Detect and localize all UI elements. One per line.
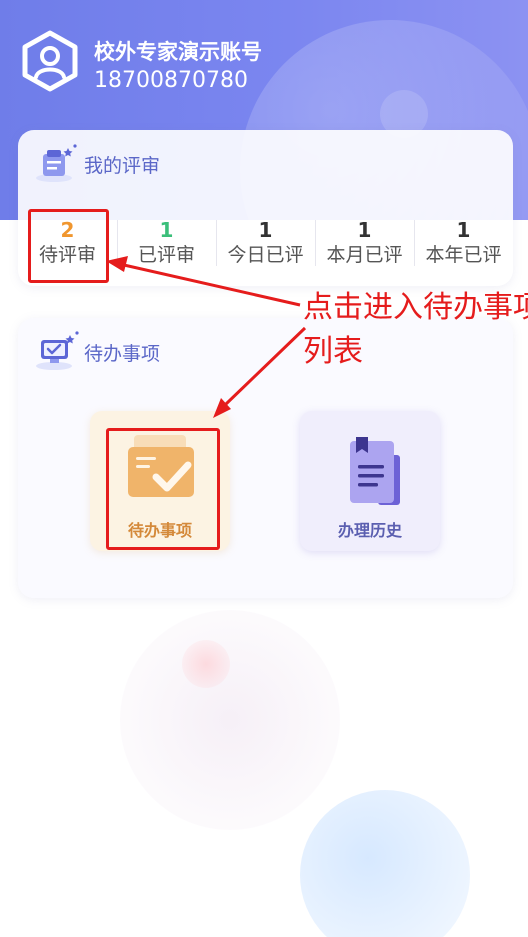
decorative-bubble bbox=[300, 790, 470, 937]
annotation-highlight-box bbox=[28, 209, 109, 283]
account-phone: 18700870780 bbox=[94, 68, 248, 93]
decorative-bubble bbox=[182, 640, 230, 688]
stat-month-reviewed[interactable]: 1 本月已评 bbox=[315, 214, 414, 278]
history-label: 办理历史 bbox=[337, 521, 402, 540]
stat-value: 1 bbox=[258, 218, 273, 242]
review-card-title: 我的评审 bbox=[84, 155, 161, 177]
stat-value: 1 bbox=[456, 218, 471, 242]
decorative-bubble bbox=[120, 610, 340, 830]
monitor-check-icon bbox=[36, 331, 79, 370]
todo-card-title: 待办事项 bbox=[84, 343, 161, 365]
stat-reviewed[interactable]: 1 已评审 bbox=[117, 214, 216, 278]
account-name: 校外专家演示账号 bbox=[94, 40, 262, 64]
stat-label: 今日已评 bbox=[227, 244, 304, 266]
stat-value: 1 bbox=[159, 218, 174, 242]
stat-label: 本月已评 bbox=[326, 244, 403, 266]
stat-year-reviewed[interactable]: 1 本年已评 bbox=[414, 214, 513, 278]
annotation-highlight-box bbox=[106, 428, 220, 550]
history-tile[interactable]: 办理历史 bbox=[300, 411, 440, 551]
account-header: 校外专家演示账号 18700870780 bbox=[20, 30, 500, 100]
annotation-text: 点击进入待办事项列表 bbox=[303, 290, 528, 369]
stat-label: 本年已评 bbox=[425, 244, 502, 266]
history-book-icon bbox=[350, 437, 400, 505]
stat-today-reviewed[interactable]: 1 今日已评 bbox=[216, 214, 315, 278]
stat-label: 已评审 bbox=[137, 244, 195, 266]
stat-value: 1 bbox=[357, 218, 372, 242]
user-avatar-icon[interactable] bbox=[20, 30, 80, 92]
clipboard-icon bbox=[36, 144, 77, 182]
